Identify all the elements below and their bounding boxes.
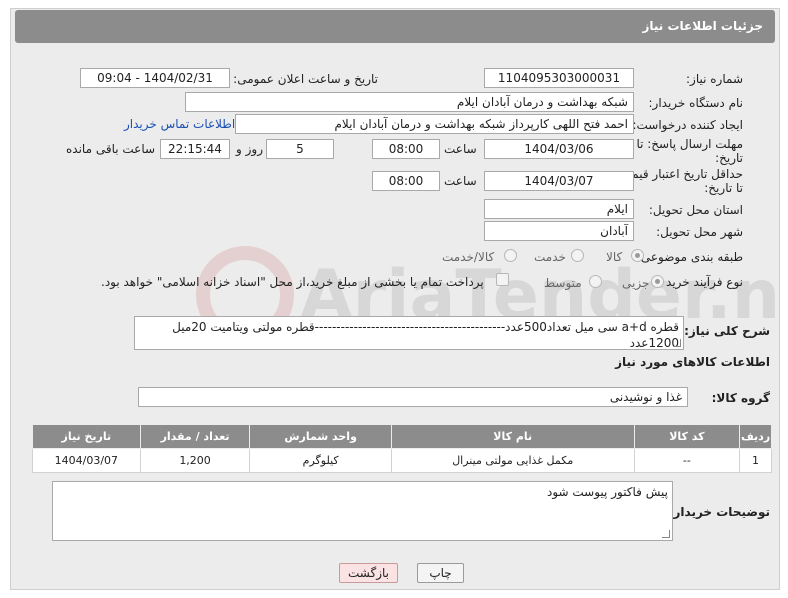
description-label: شرح کلی نیاز: [684, 324, 770, 338]
reply-time-label: ساعت [444, 142, 477, 156]
process-radio-minor[interactable] [651, 275, 664, 288]
reply-deadline-label: مهلت ارسال پاسخ: تا [636, 137, 743, 151]
cell-name: مکمل غذایی مولتی مینرال [390, 448, 635, 473]
col-date: تاریخ نیاز [32, 424, 141, 449]
treasury-note: پرداخت تمام یا بخشی از مبلغ خرید،از محل … [101, 275, 484, 289]
description-line-1: قطره a+d سی میل تعداد500عدد-------------… [172, 320, 679, 334]
goods-group-field: غذا و نوشیدنی [138, 387, 688, 407]
creator-label: ایجاد کننده درخواست: [632, 118, 743, 132]
province-label: استان محل تحویل: [648, 203, 743, 217]
col-code: کد کالا [633, 424, 741, 449]
need-number-label: شماره نیاز: [686, 72, 743, 86]
category-goods-service-label: کالا/خدمت [442, 250, 495, 264]
page-title: جزئیات اطلاعات نیاز [15, 10, 775, 43]
cell-quantity: 1,200 [139, 448, 251, 473]
buyer-notes-label: توضیحات خریدار: [668, 505, 770, 519]
remaining-label: ساعت باقی مانده [66, 142, 156, 156]
buyer-notes-text: پیش فاکتور پیوست شود [546, 485, 668, 499]
cell-row: 1 [739, 448, 772, 473]
contact-buyer-link[interactable]: اطلاعات تماس خریدار [124, 117, 235, 131]
province-field: ایلام [484, 199, 634, 219]
days-label: روز و [236, 142, 263, 156]
cell-unit: کیلوگرم [249, 448, 392, 473]
price-time-field: 08:00 [372, 171, 440, 191]
col-name: نام کالا [390, 424, 635, 449]
col-unit: واحد شمارش [249, 424, 392, 449]
category-radio-service[interactable] [571, 249, 584, 262]
treasury-checkbox[interactable] [496, 273, 509, 286]
goods-group-label: گروه کالا: [711, 391, 770, 405]
table-row: 1 -- مکمل غذایی مولتی مینرال کیلوگرم 1,2… [32, 448, 772, 473]
reply-deadline-label-date: تاریخ: [715, 151, 743, 165]
announce-label: تاریخ و ساعت اعلان عمومی: [233, 72, 378, 86]
price-date-field: 1404/03/07 [484, 171, 634, 191]
remaining-time-field: 22:15:44 [160, 139, 230, 159]
announce-field: 1404/02/31 - 09:04 [80, 68, 230, 88]
days-field: 5 [266, 139, 334, 159]
buyer-org-field: شبکه بهداشت و درمان آبادان ایلام [185, 92, 634, 112]
description-textarea[interactable]: قطره a+d سی میل تعداد500عدد-------------… [134, 316, 684, 350]
category-radio-goods[interactable] [631, 249, 644, 262]
process-minor-label: جزیی [622, 276, 650, 290]
description-line-2: 1200عدد [629, 336, 679, 350]
city-label: شهر محل تحویل: [656, 225, 743, 239]
back-button[interactable]: بازگشت [339, 563, 398, 583]
col-row: ردیف [739, 424, 772, 449]
reply-time-field: 08:00 [372, 139, 440, 159]
price-time-label: ساعت [444, 174, 477, 188]
category-label: طبقه بندی موضوعی: [636, 250, 743, 264]
price-validity-label: حداقل تاریخ اعتبار قیمت: [616, 167, 743, 181]
buyer-org-label: نام دستگاه خریدار: [648, 96, 744, 110]
resize-handle-icon[interactable] [673, 339, 681, 347]
category-goods-label: کالا [606, 250, 623, 264]
creator-field: احمد فتح اللهی کارپرداز شبکه بهداشت و در… [235, 114, 634, 134]
reply-date-field: 1404/03/06 [484, 139, 634, 159]
cell-date: 1404/03/07 [32, 448, 141, 473]
process-label: نوع فرآیند خرید : [658, 275, 743, 289]
process-medium-label: متوسط [544, 276, 582, 290]
need-number-field: 1104095303000031 [484, 68, 634, 88]
goods-section-title: اطلاعات کالاهای مورد نیاز [615, 355, 770, 369]
col-quantity: تعداد / مقدار [139, 424, 251, 449]
goods-table-header: ردیف کد کالا نام کالا واحد شمارش تعداد /… [32, 424, 772, 449]
process-radio-medium[interactable] [589, 275, 602, 288]
category-service-label: خدمت [534, 250, 566, 264]
goods-table: ردیف کد کالا نام کالا واحد شمارش تعداد /… [32, 424, 772, 473]
print-button[interactable]: چاپ [417, 563, 464, 583]
resize-handle-icon[interactable] [662, 530, 670, 538]
buyer-notes-textarea[interactable]: پیش فاکتور پیوست شود [52, 481, 673, 541]
city-field: آبادان [484, 221, 634, 241]
category-radio-goods-service[interactable] [504, 249, 517, 262]
cell-code: -- [633, 448, 741, 473]
price-validity-label-date: تا تاریخ: [704, 181, 743, 195]
